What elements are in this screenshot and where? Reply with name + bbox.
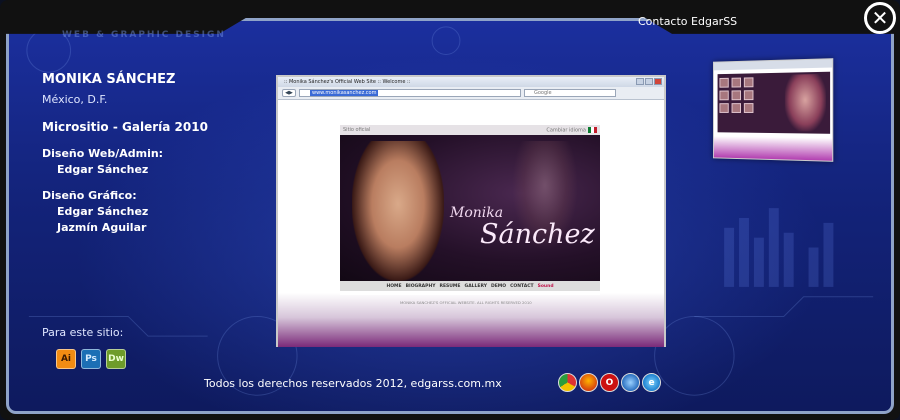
maximize-icon bbox=[645, 78, 653, 85]
site-menu: HOME BIOGRAPHY RESUME GALLERY DEMO CONTA… bbox=[340, 281, 600, 291]
thumbnail-photo bbox=[744, 103, 754, 113]
site-copyright: MONIKA SANCHEZ'S OFFICIAL WEBSITE. ALL R… bbox=[400, 300, 532, 305]
hero-last-name: Sánchez bbox=[480, 219, 595, 250]
client-name: MONIKA SÁNCHEZ bbox=[42, 72, 262, 87]
close-icon: ✕ bbox=[872, 8, 889, 28]
address-bar: www.monikasanchez.com bbox=[299, 89, 521, 97]
project-title: Micrositio - Galería 2010 bbox=[42, 120, 262, 134]
address-url: www.monikasanchez.com bbox=[310, 90, 378, 96]
thumbnail-portrait bbox=[785, 74, 826, 132]
gallery-thumbnail[interactable] bbox=[713, 58, 833, 162]
browser-toolbar: ◀▶ www.monikasanchez.com Google bbox=[278, 87, 664, 100]
portrait-image bbox=[352, 141, 444, 281]
portfolio-frame: WEB & GRAPHIC DESIGN Contacto EdgarSS ✕ … bbox=[0, 0, 900, 420]
thumbnail-photo bbox=[719, 103, 728, 113]
role-title: Diseño Web/Admin: bbox=[42, 147, 262, 160]
minimize-icon bbox=[636, 78, 644, 85]
tools-list: Ai Ps Dw bbox=[56, 349, 126, 369]
thumbnail-photo bbox=[732, 103, 741, 113]
close-window-icon bbox=[654, 78, 662, 85]
website-page: Sitio oficial Cambiar idioma Monika Sánc… bbox=[278, 100, 664, 347]
language-label: Cambiar idioma bbox=[546, 127, 586, 133]
contact-link[interactable]: Contacto EdgarSS bbox=[638, 15, 737, 28]
role-person: Edgar Sánchez bbox=[57, 205, 262, 218]
site-menu-item: Sound bbox=[538, 284, 554, 289]
window-controls bbox=[636, 78, 662, 85]
opera-icon: O bbox=[600, 373, 619, 392]
safari-icon bbox=[621, 373, 640, 392]
site-menu-item: CONTACT bbox=[510, 284, 533, 289]
role-title: Diseño Gráfico: bbox=[42, 189, 262, 202]
browser-compatibility: O e bbox=[558, 373, 661, 392]
thumbnail-photo bbox=[719, 90, 728, 100]
thumbnail-photo-grid bbox=[719, 77, 753, 113]
thumbnail-photo bbox=[744, 90, 754, 100]
illustrator-icon: Ai bbox=[56, 349, 76, 369]
window-titlebar: :: Monika Sánchez's Official Web Site ::… bbox=[278, 77, 664, 87]
thumbnail-footer bbox=[714, 136, 832, 161]
role-person: Edgar Sánchez bbox=[57, 163, 262, 176]
thumbnail-photo bbox=[732, 78, 741, 88]
window-title: :: Monika Sánchez's Official Web Site ::… bbox=[284, 79, 410, 85]
client-location: México, D.F. bbox=[42, 93, 262, 106]
site-official-label: Sitio oficial bbox=[343, 127, 370, 133]
footer-copyright: Todos los derechos reservados 2012, edga… bbox=[204, 377, 502, 390]
brand-watermark: WEB & GRAPHIC DESIGN bbox=[62, 30, 226, 40]
firefox-icon bbox=[579, 373, 598, 392]
site-topbar: Sitio oficial Cambiar idioma bbox=[340, 125, 600, 135]
chrome-icon bbox=[558, 373, 577, 392]
role-person: Jazmín Aguilar bbox=[57, 221, 262, 234]
project-info: MONIKA SÁNCHEZ México, D.F. Micrositio -… bbox=[42, 72, 262, 234]
thumbnail-photo bbox=[744, 77, 754, 87]
browser-search-field: Google bbox=[524, 89, 616, 97]
site-hero: Monika Sánchez bbox=[340, 135, 600, 281]
dreamweaver-icon: Dw bbox=[106, 349, 126, 369]
site-menu-item: DEMO bbox=[491, 284, 506, 289]
ie-icon: e bbox=[642, 373, 661, 392]
site-menu-item: BIOGRAPHY bbox=[406, 284, 436, 289]
site-menu-item: RESUME bbox=[440, 284, 461, 289]
language-switch: Cambiar idioma bbox=[546, 127, 597, 134]
thumbnail-photo bbox=[732, 90, 741, 100]
tools-label: Para este sitio: bbox=[42, 326, 123, 339]
thumbnail-titlebar bbox=[714, 59, 832, 70]
site-menu-item: GALLERY bbox=[465, 284, 487, 289]
close-button[interactable]: ✕ bbox=[864, 2, 896, 34]
photoshop-icon: Ps bbox=[81, 349, 101, 369]
site-menu-item: HOME bbox=[386, 284, 401, 289]
back-forward-icon: ◀▶ bbox=[282, 89, 296, 97]
website-screenshot[interactable]: :: Monika Sánchez's Official Web Site ::… bbox=[276, 75, 666, 347]
site-layout: Sitio oficial Cambiar idioma Monika Sánc… bbox=[340, 125, 600, 295]
mexico-flag-icon bbox=[588, 127, 597, 133]
thumbnail-photo bbox=[719, 78, 728, 88]
